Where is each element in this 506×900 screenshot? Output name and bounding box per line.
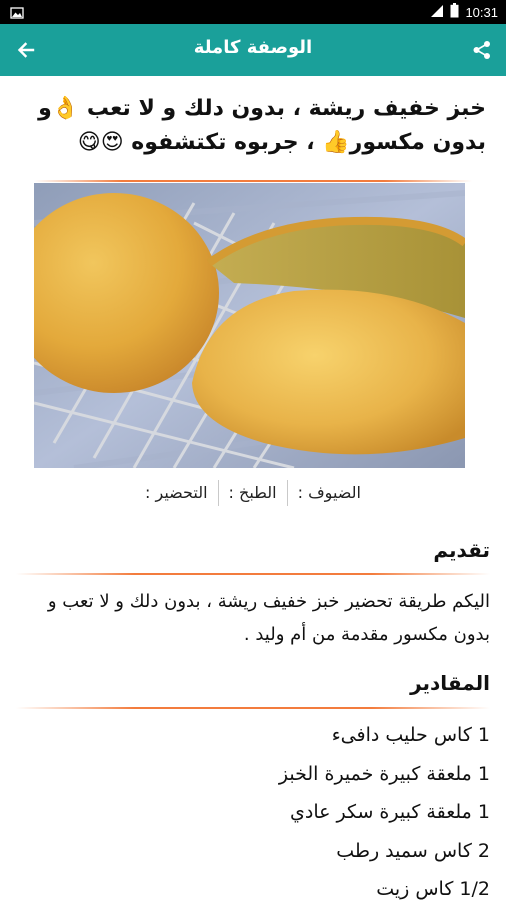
meta-divider <box>286 480 288 506</box>
share-icon <box>473 41 490 59</box>
ingredient-item: 2 كاس سميد رطب <box>336 839 490 862</box>
intro-divider <box>16 573 490 575</box>
title-divider <box>34 180 472 182</box>
ingredient-item: 1 كاس حليب دافىء <box>331 724 490 746</box>
ingredients-heading: المقادير <box>410 671 490 695</box>
ingredient-item: 1 ملعقة كبيرة خميرة الخبز <box>278 762 490 785</box>
meta-guests: الضيوف : <box>297 483 361 502</box>
intro-heading: تقديم <box>433 538 490 562</box>
ingredients-divider <box>16 707 490 709</box>
ingredients-list: 1 كاس حليب دافىء 1 ملعقة كبيرة خميرة الخ… <box>16 716 490 900</box>
image-icon <box>10 5 24 19</box>
signal-icon <box>430 4 444 21</box>
ingredient-item: 1 ملعقة كبيرة سكر عادي <box>290 801 490 823</box>
meta-divider <box>217 480 219 506</box>
app-bar: الوصفة كاملة <box>0 24 506 76</box>
status-time: 10:31 <box>465 4 498 20</box>
status-bar: 10:31 <box>0 0 506 24</box>
recipe-photo <box>34 183 465 468</box>
meta-prep: التحضير : <box>145 483 208 502</box>
page-title: الوصفة كاملة <box>193 37 313 58</box>
intro-text: اليكم طريقة تحضير خبز خفيف ريشة ، بدون د… <box>47 591 490 645</box>
share-button[interactable] <box>466 34 498 66</box>
battery-icon <box>450 3 459 21</box>
meta-cook: الطبخ : <box>228 483 277 502</box>
recipe-meta: الضيوف : الطبخ : التحضير : <box>0 480 506 508</box>
ingredient-item: 1/2 كاس زيت <box>376 878 490 900</box>
recipe-title: خبز خفيف ريشة ، بدون دلك و لا تعب 👌و بدو… <box>38 96 486 155</box>
